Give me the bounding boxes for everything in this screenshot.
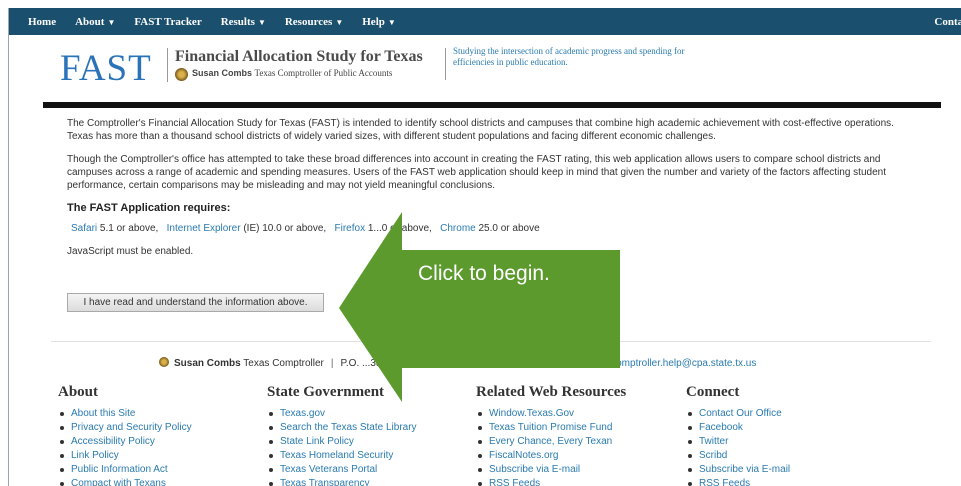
internet-explorer-link[interactable]: Internet Explorer bbox=[167, 223, 241, 234]
comptroller-credit: Susan Combs Texas Comptroller of Public … bbox=[192, 68, 393, 78]
comptroller-seal-icon bbox=[159, 357, 169, 367]
study-title: Financial Allocation Study for Texas bbox=[175, 48, 423, 65]
footer-link[interactable]: RSS Feeds bbox=[687, 477, 790, 486]
contact-info: Susan Combs Texas Comptroller | P.O. ...35… bbox=[159, 357, 756, 369]
footer-link[interactable]: Search the Texas State Library bbox=[269, 421, 417, 435]
header-rule bbox=[43, 102, 941, 108]
comptroller-seal-icon bbox=[175, 68, 188, 81]
footer-column-about: About About this Site Privacy and Securi… bbox=[58, 384, 192, 486]
footer-link[interactable]: Subscribe via E-mail bbox=[687, 463, 790, 477]
caret-down-icon: ▼ bbox=[107, 17, 116, 27]
caret-down-icon: ▼ bbox=[257, 17, 266, 27]
footer-column-connect: Connect Contact Our Office Facebook Twit… bbox=[686, 384, 790, 486]
footer-link[interactable]: Window.Texas.Gov bbox=[477, 407, 626, 421]
chrome-link[interactable]: Chrome bbox=[440, 223, 476, 234]
footer-link[interactable]: Twitter bbox=[687, 435, 790, 449]
footer-link[interactable]: Compact with Texans bbox=[60, 477, 192, 486]
divider bbox=[445, 48, 446, 80]
footer-link[interactable]: Texas Transparency bbox=[269, 477, 417, 486]
footer-link[interactable]: Privacy and Security Policy bbox=[60, 421, 192, 435]
footer-link[interactable]: Texas Veterans Portal bbox=[269, 463, 417, 477]
footer-link[interactable]: Facebook bbox=[687, 421, 790, 435]
fast-logo[interactable]: FAST bbox=[60, 47, 152, 90]
intro-paragraph: The Comptroller's Financial Allocation S… bbox=[67, 118, 894, 142]
footer-column-state-government: State Government Texas.gov Search the Te… bbox=[267, 384, 417, 486]
nav-contact[interactable]: Contac bbox=[934, 16, 961, 28]
begin-button[interactable]: I have read and understand the informati… bbox=[67, 293, 324, 312]
divider bbox=[167, 48, 168, 82]
footer-column-related-resources: Related Web Resources Window.Texas.Gov T… bbox=[476, 384, 626, 486]
caret-down-icon: ▼ bbox=[387, 17, 396, 27]
callout-text: Click to begin. bbox=[418, 262, 550, 285]
nav-help[interactable]: Help ▼ bbox=[362, 16, 396, 28]
footer-link[interactable]: State Link Policy bbox=[269, 435, 417, 449]
footer-link[interactable]: Public Information Act bbox=[60, 463, 192, 477]
nav-results[interactable]: Results ▼ bbox=[221, 16, 266, 28]
footer-column-title: About bbox=[58, 384, 99, 400]
footer-link[interactable]: Accessibility Policy bbox=[60, 435, 192, 449]
footer-divider bbox=[51, 341, 931, 342]
footer-link[interactable]: FiscalNotes.org bbox=[477, 449, 626, 463]
javascript-note: JavaScript must be enabled. bbox=[67, 246, 194, 257]
footer-column-title: Related Web Resources bbox=[476, 384, 627, 400]
firefox-link[interactable]: Firefox bbox=[335, 223, 366, 234]
top-nav: Home About ▼ FAST Tracker Results ▼ Resour… bbox=[9, 8, 961, 35]
footer-link[interactable]: Scribd bbox=[687, 449, 790, 463]
nav-about[interactable]: About ▼ bbox=[75, 16, 115, 28]
footer-link[interactable]: Texas Tuition Promise Fund bbox=[477, 421, 626, 435]
footer-link[interactable]: Contact Our Office bbox=[687, 407, 790, 421]
footer-link[interactable]: Texas.gov bbox=[269, 407, 417, 421]
caret-down-icon: ▼ bbox=[335, 17, 344, 27]
footer-link[interactable]: Every Chance, Every Texan bbox=[477, 435, 626, 449]
footer-link[interactable]: Subscribe via E-mail bbox=[477, 463, 626, 477]
footer-link[interactable]: Texas Homeland Security bbox=[269, 449, 417, 463]
browser-frame: Home About ▼ FAST Tracker Results ▼ Resour… bbox=[8, 8, 961, 486]
nav-home[interactable]: Home bbox=[28, 16, 56, 28]
footer-link[interactable]: About this Site bbox=[60, 407, 192, 421]
footer-column-title: State Government bbox=[267, 384, 385, 400]
email-link[interactable]: comptroller.help@cpa.state.tx.us bbox=[611, 358, 756, 369]
tagline: Studying the intersection of academic pr… bbox=[453, 46, 685, 67]
safari-link[interactable]: Safari bbox=[71, 223, 97, 234]
requirements-heading: The FAST Application requires: bbox=[67, 202, 231, 214]
footer-link[interactable]: Link Policy bbox=[60, 449, 192, 463]
browser-requirements: Safari 5.1 or above, Internet Explorer (… bbox=[71, 223, 540, 234]
footer-link[interactable]: RSS Feeds bbox=[477, 477, 626, 486]
footer-column-title: Connect bbox=[686, 384, 740, 400]
nav-fast-tracker[interactable]: FAST Tracker bbox=[134, 16, 201, 28]
nav-resources[interactable]: Resources ▼ bbox=[285, 16, 343, 28]
disclaimer-paragraph: Though the Comptroller's office has atte… bbox=[67, 154, 886, 191]
